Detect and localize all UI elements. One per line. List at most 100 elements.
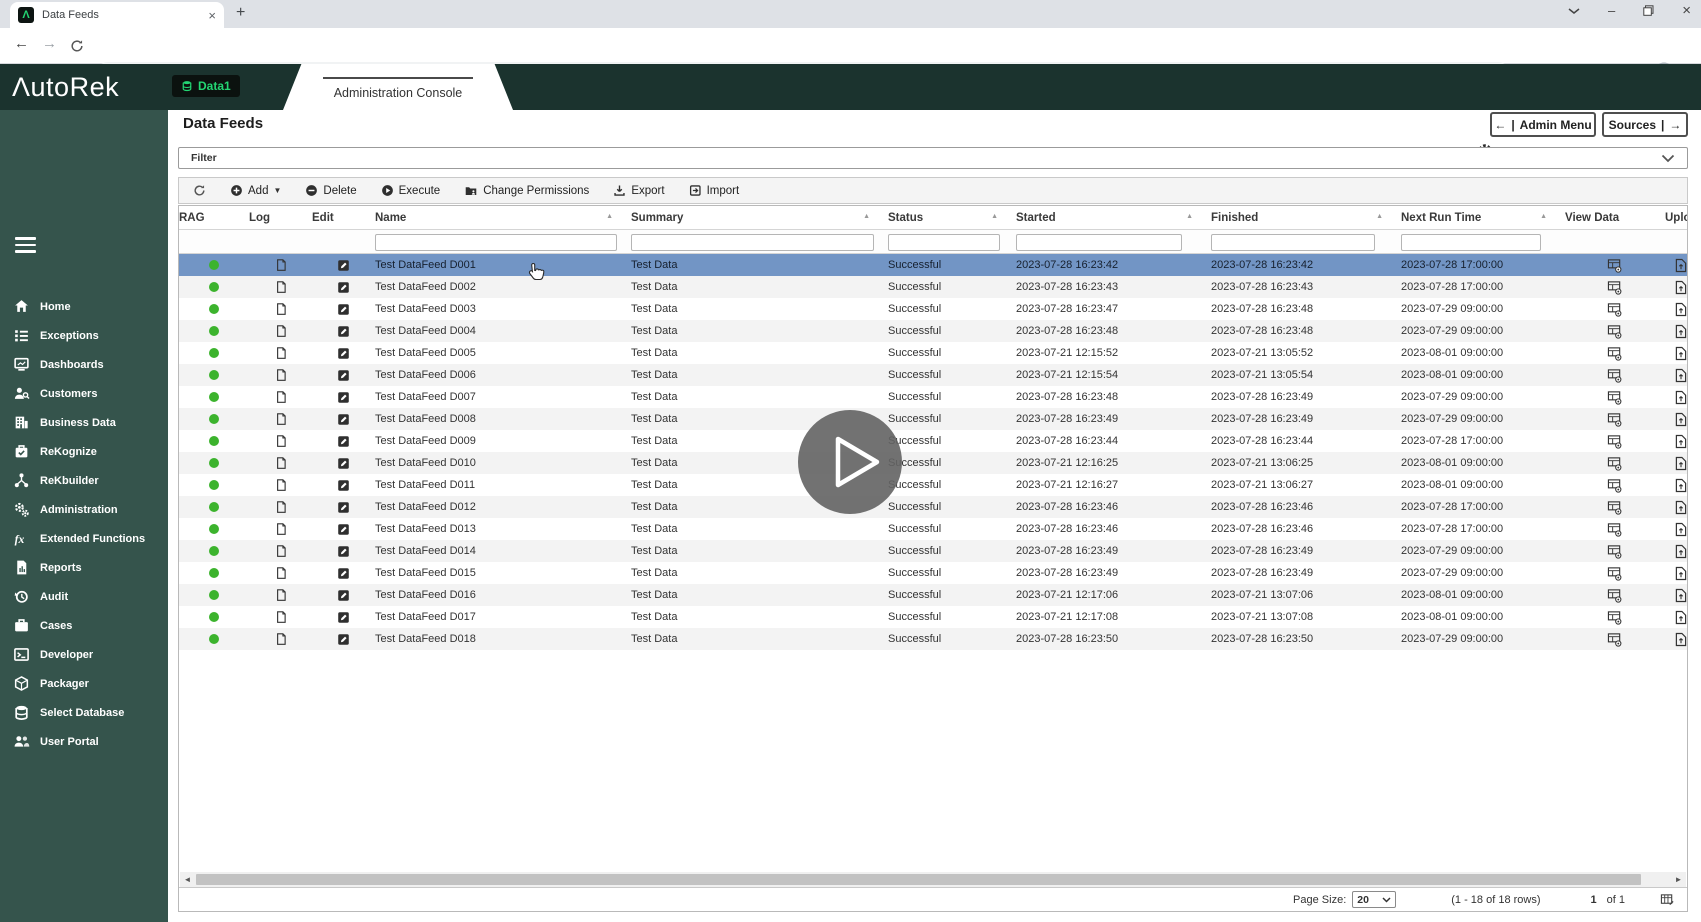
- admin-menu-button[interactable]: ←| Admin Menu: [1490, 112, 1596, 137]
- log-button[interactable]: [249, 258, 312, 272]
- table-row[interactable]: Test DataFeed D005 Test Data Successful …: [179, 342, 1688, 364]
- column-header-edit[interactable]: Edit: [312, 212, 375, 224]
- edit-button[interactable]: [312, 589, 375, 602]
- log-button[interactable]: [249, 544, 312, 558]
- video-play-button[interactable]: [798, 410, 902, 514]
- sidebar-item-exceptions[interactable]: Exceptions: [0, 321, 168, 350]
- table-row[interactable]: Test DataFeed D011 Test Data Successful …: [179, 474, 1688, 496]
- upload-button[interactable]: [1665, 412, 1688, 427]
- name-filter-input[interactable]: [375, 234, 617, 251]
- table-row[interactable]: Test DataFeed D013 Test Data Successful …: [179, 518, 1688, 540]
- log-button[interactable]: [249, 346, 312, 360]
- upload-button[interactable]: [1665, 258, 1688, 273]
- table-row[interactable]: Test DataFeed D014 Test Data Successful …: [179, 540, 1688, 562]
- window-minimize-button[interactable]: –: [1608, 3, 1615, 18]
- started-filter-input[interactable]: [1016, 234, 1182, 251]
- log-button[interactable]: [249, 324, 312, 338]
- log-button[interactable]: [249, 522, 312, 536]
- log-button[interactable]: [249, 302, 312, 316]
- scrollbar-thumb[interactable]: [196, 874, 1641, 885]
- column-header-status[interactable]: Status▲: [888, 212, 1016, 224]
- view-data-button[interactable]: [1565, 478, 1665, 493]
- table-row[interactable]: Test DataFeed D018 Test Data Successful …: [179, 628, 1688, 650]
- table-row[interactable]: Test DataFeed D016 Test Data Successful …: [179, 584, 1688, 606]
- edit-button[interactable]: [312, 347, 375, 360]
- view-data-button[interactable]: [1565, 390, 1665, 405]
- forward-button[interactable]: →: [42, 35, 57, 52]
- upload-button[interactable]: [1665, 456, 1688, 471]
- window-close-button[interactable]: ×: [1682, 2, 1691, 19]
- table-row[interactable]: Test DataFeed D007 Test Data Successful …: [179, 386, 1688, 408]
- filter-panel-header[interactable]: Filter: [178, 147, 1688, 169]
- column-header-log[interactable]: Log: [249, 212, 312, 224]
- column-header-summary[interactable]: Summary▲: [631, 212, 888, 224]
- view-data-button[interactable]: [1565, 610, 1665, 625]
- next-run-filter-input[interactable]: [1401, 234, 1541, 251]
- upload-button[interactable]: [1665, 522, 1688, 537]
- log-button[interactable]: [249, 500, 312, 514]
- upload-button[interactable]: [1665, 500, 1688, 515]
- view-data-button[interactable]: [1565, 280, 1665, 295]
- status-filter-input[interactable]: [888, 234, 1000, 251]
- view-data-button[interactable]: [1565, 500, 1665, 515]
- change-permissions-button[interactable]: Change Permissions: [464, 184, 589, 197]
- edit-button[interactable]: [312, 281, 375, 294]
- view-data-button[interactable]: [1565, 456, 1665, 471]
- table-row[interactable]: Test DataFeed D003 Test Data Successful …: [179, 298, 1688, 320]
- edit-button[interactable]: [312, 501, 375, 514]
- view-data-button[interactable]: [1565, 434, 1665, 449]
- table-row[interactable]: Test DataFeed D015 Test Data Successful …: [179, 562, 1688, 584]
- sidebar-item-cases[interactable]: Cases: [0, 611, 168, 640]
- view-data-button[interactable]: [1565, 346, 1665, 361]
- view-data-button[interactable]: [1565, 544, 1665, 559]
- log-button[interactable]: [249, 280, 312, 294]
- edit-button[interactable]: [312, 391, 375, 404]
- table-row[interactable]: Test DataFeed D009 Test Data Successful …: [179, 430, 1688, 452]
- table-row[interactable]: Test DataFeed D012 Test Data Successful …: [179, 496, 1688, 518]
- upload-button[interactable]: [1665, 544, 1688, 559]
- view-data-button[interactable]: [1565, 302, 1665, 317]
- upload-button[interactable]: [1665, 346, 1688, 361]
- sidebar-item-administration[interactable]: Administration: [0, 495, 168, 524]
- view-data-button[interactable]: [1565, 324, 1665, 339]
- log-button[interactable]: [249, 456, 312, 470]
- current-page[interactable]: 1: [1591, 894, 1597, 906]
- table-row[interactable]: Test DataFeed D006 Test Data Successful …: [179, 364, 1688, 386]
- upload-button[interactable]: [1665, 368, 1688, 383]
- edit-button[interactable]: [312, 259, 375, 272]
- sidebar-item-customers[interactable]: Customers: [0, 379, 168, 408]
- sidebar-item-rekbuilder[interactable]: ReKbuilder: [0, 466, 168, 495]
- table-row[interactable]: Test DataFeed D001 Test Data Successful …: [179, 254, 1688, 276]
- back-button[interactable]: ←: [14, 35, 29, 52]
- window-maximize-button[interactable]: [1643, 5, 1654, 16]
- sidebar-item-reports[interactable]: Reports: [0, 553, 168, 582]
- log-button[interactable]: [249, 478, 312, 492]
- log-button[interactable]: [249, 390, 312, 404]
- tab-close-icon[interactable]: ×: [208, 8, 216, 23]
- edit-button[interactable]: [312, 545, 375, 558]
- view-data-button[interactable]: [1565, 522, 1665, 537]
- sidebar-item-extended-functions[interactable]: fx Extended Functions: [0, 524, 168, 553]
- new-tab-button[interactable]: +: [236, 4, 245, 22]
- sidebar-item-home[interactable]: Home: [0, 292, 168, 321]
- sources-button[interactable]: Sources| →: [1602, 112, 1688, 137]
- sidebar-item-business-data[interactable]: Business Data: [0, 408, 168, 437]
- column-header-rag[interactable]: RAG: [179, 212, 249, 224]
- log-button[interactable]: [249, 412, 312, 426]
- upload-button[interactable]: [1665, 610, 1688, 625]
- column-header-started[interactable]: Started▲: [1016, 212, 1211, 224]
- scroll-right-icon[interactable]: ►: [1671, 872, 1686, 887]
- upload-button[interactable]: [1665, 632, 1688, 647]
- sidebar-item-packager[interactable]: Packager: [0, 669, 168, 698]
- upload-button[interactable]: [1665, 390, 1688, 405]
- delete-button[interactable]: Delete: [305, 184, 356, 197]
- upload-button[interactable]: [1665, 280, 1688, 295]
- column-header-name[interactable]: Name▲: [375, 212, 631, 224]
- sidebar-item-user-portal[interactable]: User Portal: [0, 727, 168, 756]
- export-button[interactable]: Export: [613, 184, 664, 197]
- edit-button[interactable]: [312, 325, 375, 338]
- upload-button[interactable]: [1665, 588, 1688, 603]
- upload-button[interactable]: [1665, 324, 1688, 339]
- edit-button[interactable]: [312, 369, 375, 382]
- log-button[interactable]: [249, 588, 312, 602]
